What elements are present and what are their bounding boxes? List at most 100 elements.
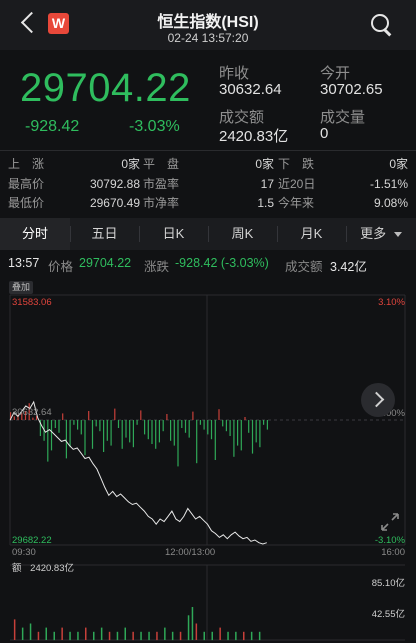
breadth-bar [110,420,112,446]
y-max-label: 31583.06 [12,297,52,308]
breadth-bar [203,420,205,430]
breadth-bar [62,413,64,420]
vol-mid-label: 42.55亿 [371,609,405,620]
breadth-bar [207,420,209,435]
time-end-label: 16:00 [381,547,405,558]
breadth-bar [184,420,187,433]
pct-min-label: -3.10% [374,535,405,546]
breadth-bar [65,420,67,459]
breadth-bar [147,420,149,440]
volume-bar [108,631,111,641]
overlay-button[interactable]: 叠加 [9,281,34,294]
breadth-bar [114,408,116,420]
volume-bar [132,631,134,641]
breadth-bar [192,411,194,420]
breadth-bar [162,420,164,432]
volume-bar [29,623,32,640]
breadth-bar [140,410,142,420]
breadth-bar [240,420,242,451]
breadth-bar [237,420,239,446]
volume-bar [179,631,182,641]
breadth-bar [91,420,94,449]
breadth-bar [95,420,97,427]
breadth-bar [222,420,224,427]
breadth-bar [188,420,190,438]
volume-bar [69,631,71,641]
breadth-bar [103,420,105,452]
volume-bar [191,607,194,640]
volume-bar [21,627,24,640]
price-line [9,400,267,545]
breadth-bar [173,420,175,446]
breadth-bar [251,420,254,454]
breadth-bar [129,420,131,443]
breadth-bar [214,420,216,460]
breadth-bar [229,420,231,436]
volume-bar [37,631,40,641]
breadth-bar [266,420,268,430]
breadth-bar [170,420,172,441]
breadth-bar [158,420,160,443]
breadth-bar [218,409,220,420]
breadth-bar [233,420,235,457]
breadth-bar [58,420,60,433]
breadth-bar [99,420,101,432]
breadth-bar [248,420,250,433]
volume-bar [85,627,87,640]
breadth-bar [136,420,138,425]
volume-bar [187,615,190,641]
breadth-bar [69,420,71,448]
breadth-bar [210,420,213,440]
vol-value: 2420.83亿 [30,563,74,574]
vol-label: 额 2420.83亿 [12,560,74,574]
breadth-bar [199,420,201,425]
breadth-bar [244,417,246,420]
breadth-bar [177,420,179,467]
breadth-bar [151,420,153,444]
volume-bar [100,627,103,640]
breadth-bar [132,420,134,448]
volume-bar [148,631,150,641]
volume-bar [219,627,221,640]
breadth-bar [225,420,227,432]
pct-max-label: 3.10% [378,297,405,308]
breadth-bar [255,420,257,443]
volume-bar [258,631,261,641]
y-min-label: 29682.22 [12,535,52,546]
breadth-bar [50,420,53,451]
breadth-bar [80,420,82,435]
volume-bar [13,619,16,640]
breadth-bar [88,411,90,420]
breadth-bar [263,420,265,425]
chevron-right-icon[interactable] [361,383,395,417]
breadth-bar [181,420,183,428]
volume-bar [195,623,198,640]
breadth-bar [121,420,123,449]
expand-icon[interactable] [380,512,400,532]
volume-bar [235,631,237,641]
volume-bar [203,631,205,641]
breadth-bar [54,420,56,428]
volume-bar [61,627,63,640]
volume-bar [124,627,126,640]
volume-bar [45,627,47,640]
breadth-bar [259,420,261,448]
volume-bar [171,631,174,641]
volume-bar [140,631,142,641]
volume-bar [93,631,95,641]
breadth-bar [155,420,157,449]
volume-bar [53,631,55,641]
volume-bar [164,627,166,640]
breadth-bar [47,420,49,462]
breadth-bar [196,420,198,464]
breadth-bar [84,420,86,456]
volume-bar [243,631,245,641]
vol-label-text: 额 [12,563,22,574]
breadth-bar [106,420,108,441]
vol-top-label: 85.10亿 [371,578,405,589]
time-start-label: 09:30 [12,547,36,558]
breadth-bar [73,420,75,425]
breadth-bar [117,420,120,428]
volume-bar [211,631,213,641]
breadth-bar [144,420,146,435]
